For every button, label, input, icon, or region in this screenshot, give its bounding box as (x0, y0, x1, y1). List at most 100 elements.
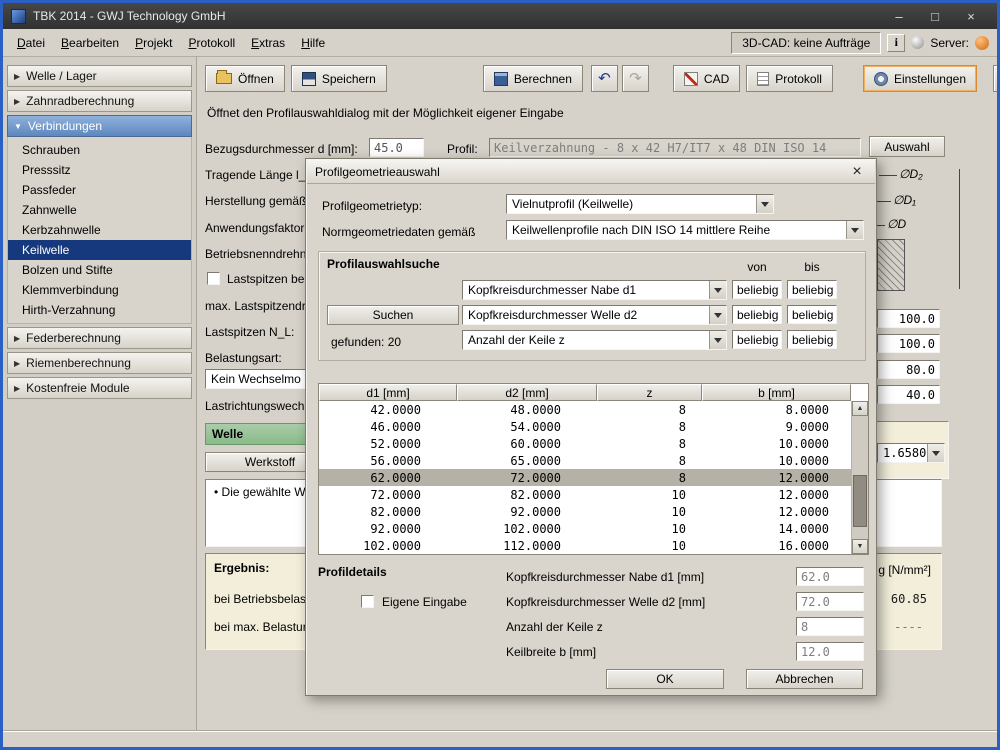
app-icon (11, 9, 26, 24)
geometry-field-4[interactable]: 40.0 (877, 385, 940, 404)
protocol-button[interactable]: Protokoll (746, 65, 833, 92)
sidebar-item-kostenfreie-module[interactable]: ▶ Kostenfreie Module (7, 377, 192, 399)
material-number-select[interactable]: 1.6580 (877, 443, 945, 463)
maximize-button[interactable]: □ (917, 3, 953, 29)
sidebar-item-riemenberechnung[interactable]: ▶ Riemenberechnung (7, 352, 192, 374)
table-row[interactable]: 102.0000112.00001016.0000 (319, 537, 851, 554)
profilauswahlsuche-group: Profilauswahlsuche von bis Kopfkreisdurc… (318, 251, 866, 361)
minimize-button[interactable]: – (881, 3, 917, 29)
chevron-right-icon: ▶ (14, 97, 20, 106)
bezugsdurchmesser-field[interactable]: 45.0 (369, 138, 424, 157)
table-row[interactable]: 72.000082.00001012.0000 (319, 486, 851, 503)
menu-projekt[interactable]: Projekt (127, 32, 180, 54)
result-row1-value: 60.85 (891, 592, 927, 606)
cell: 102.0000 (319, 537, 457, 554)
results-table: d1 [mm] d2 [mm] z b [mm] 42.000048.00008… (318, 383, 869, 555)
table-row[interactable]: 52.000060.0000810.0000 (319, 435, 851, 452)
detail-b-field[interactable]: 12.0 (796, 642, 864, 661)
menu-extras[interactable]: Extras (243, 32, 293, 54)
sidebar-item-bolzen-stifte[interactable]: Bolzen und Stifte (8, 260, 191, 280)
search-von-3-field[interactable]: beliebig (732, 330, 782, 349)
search-criteria-2-select[interactable]: Kopfkreisdurchmesser Welle d2 (462, 305, 727, 325)
detail-d1-label: Kopfkreisdurchmesser Nabe d1 [mm] (506, 570, 704, 584)
search-von-2-field[interactable]: beliebig (732, 305, 782, 324)
table-row-selected[interactable]: 62.000072.0000812.0000 (319, 469, 851, 486)
search-von-1-field[interactable]: beliebig (732, 280, 782, 299)
sidebar-item-kerbzahnwelle[interactable]: Kerbzahnwelle (8, 220, 191, 240)
window-controls: – □ × (881, 3, 989, 29)
sidebar-item-passfeder[interactable]: Passfeder (8, 180, 191, 200)
close-icon[interactable]: × (847, 163, 867, 181)
sidebar-item-klemmverbindung[interactable]: Klemmverbindung (8, 280, 191, 300)
detail-d1-field[interactable]: 62.0 (796, 567, 864, 586)
scroll-up-button[interactable]: ▲ (852, 401, 868, 416)
redo-button[interactable]: ↷ (622, 65, 649, 92)
settings-button[interactable]: Einstellungen (863, 65, 977, 92)
sidebar-item-hirth-verzahnung[interactable]: Hirth-Verzahnung (8, 300, 191, 320)
menu-bearbeiten[interactable]: Bearbeiten (53, 32, 127, 54)
sidebar-item-verbindungen[interactable]: ▼ Verbindungen (7, 115, 192, 137)
table-row[interactable]: 42.000048.000088.0000 (319, 401, 851, 418)
menu-datei[interactable]: Datei (9, 32, 53, 54)
chevron-down-icon (709, 306, 726, 324)
info-icon[interactable]: i (887, 34, 905, 52)
geometry-field-1[interactable]: 100.0 (877, 309, 940, 328)
sidebar-item-zahnwelle[interactable]: Zahnwelle (8, 200, 191, 220)
detail-z-label: Anzahl der Keile z (506, 620, 603, 634)
detail-z-field[interactable]: 8 (796, 617, 864, 636)
column-header[interactable]: d2 [mm] (457, 384, 597, 401)
search-bis-1-field[interactable]: beliebig (787, 280, 837, 299)
search-criteria-1-select[interactable]: Kopfkreisdurchmesser Nabe d1 (462, 280, 727, 300)
open-button[interactable]: Öffnen (205, 65, 285, 92)
column-header[interactable]: z (597, 384, 702, 401)
search-bis-3-field[interactable]: beliebig (787, 330, 837, 349)
column-header[interactable]: b [mm] (702, 384, 851, 401)
ok-button[interactable]: OK (606, 669, 724, 689)
gear-icon (874, 72, 888, 86)
search-criteria-3-select[interactable]: Anzahl der Keile z (462, 330, 727, 350)
undo-button[interactable]: ↶ (591, 65, 618, 92)
scroll-down-button[interactable]: ▼ (852, 539, 868, 554)
table-header: d1 [mm] d2 [mm] z b [mm] (319, 384, 851, 401)
menu-protokoll[interactable]: Protokoll (180, 32, 243, 54)
table-row[interactable]: 92.0000102.00001014.0000 (319, 520, 851, 537)
save-button[interactable]: Speichern (291, 65, 387, 92)
cad-button[interactable]: CAD (673, 65, 740, 92)
cancel-button[interactable]: Abbrechen (746, 669, 863, 689)
profilgeometrietyp-select[interactable]: Vielnutprofil (Keilwelle) (506, 194, 774, 214)
scrollbar-thumb[interactable] (853, 475, 867, 527)
lastspitzen-checkbox[interactable] (207, 272, 220, 285)
table-row[interactable]: 82.000092.00001012.0000 (319, 503, 851, 520)
app-window: TBK 2014 - GWJ Technology GmbH – □ × Dat… (0, 0, 1000, 750)
sidebar-item-zahnradberechnung[interactable]: ▶ Zahnradberechnung (7, 90, 192, 112)
auswahl-button[interactable]: Auswahl (869, 136, 945, 157)
sidebar: ▶ Welle / Lager ▶ Zahnradberechnung ▼ Ve… (3, 57, 197, 731)
suchen-button[interactable]: Suchen (327, 305, 459, 325)
cell: 8.0000 (702, 401, 851, 418)
geometry-field-3[interactable]: 80.0 (877, 360, 940, 379)
sidebar-item-presssitz[interactable]: Presssitz (8, 160, 191, 180)
geometry-field-2[interactable]: 100.0 (877, 334, 940, 353)
dimension-line (879, 175, 897, 176)
help-button[interactable]: Hilfe (993, 65, 997, 92)
table-row[interactable]: 46.000054.000089.0000 (319, 418, 851, 435)
search-bis-2-field[interactable]: beliebig (787, 305, 837, 324)
close-button[interactable]: × (953, 3, 989, 29)
sidebar-item-welle-lager[interactable]: ▶ Welle / Lager (7, 65, 192, 87)
vertical-scrollbar[interactable]: ▲ ▼ (851, 401, 868, 554)
calculate-button[interactable]: Berechnen (483, 65, 583, 92)
sidebar-item-schrauben[interactable]: Schrauben (8, 140, 191, 160)
normgeometrie-select[interactable]: Keilwellenprofile nach DIN ISO 14 mittle… (506, 220, 864, 240)
sidebar-item-federberechnung[interactable]: ▶ Federberechnung (7, 327, 192, 349)
betriebsdrehzahl-label: Betriebsnenndrehn (205, 247, 306, 261)
chevron-right-icon: ▶ (14, 72, 20, 81)
menu-hilfe[interactable]: Hilfe (293, 32, 333, 54)
column-header[interactable]: d1 [mm] (319, 384, 457, 401)
table-row[interactable]: 56.000065.0000810.0000 (319, 452, 851, 469)
sidebar-item-keilwelle[interactable]: Keilwelle (8, 240, 191, 260)
eigene-eingabe-checkbox[interactable] (361, 595, 374, 608)
chevron-down-icon (756, 195, 773, 213)
chevron-down-icon: ▼ (14, 122, 22, 131)
redo-icon: ↷ (629, 71, 642, 86)
detail-d2-field[interactable]: 72.0 (796, 592, 864, 611)
